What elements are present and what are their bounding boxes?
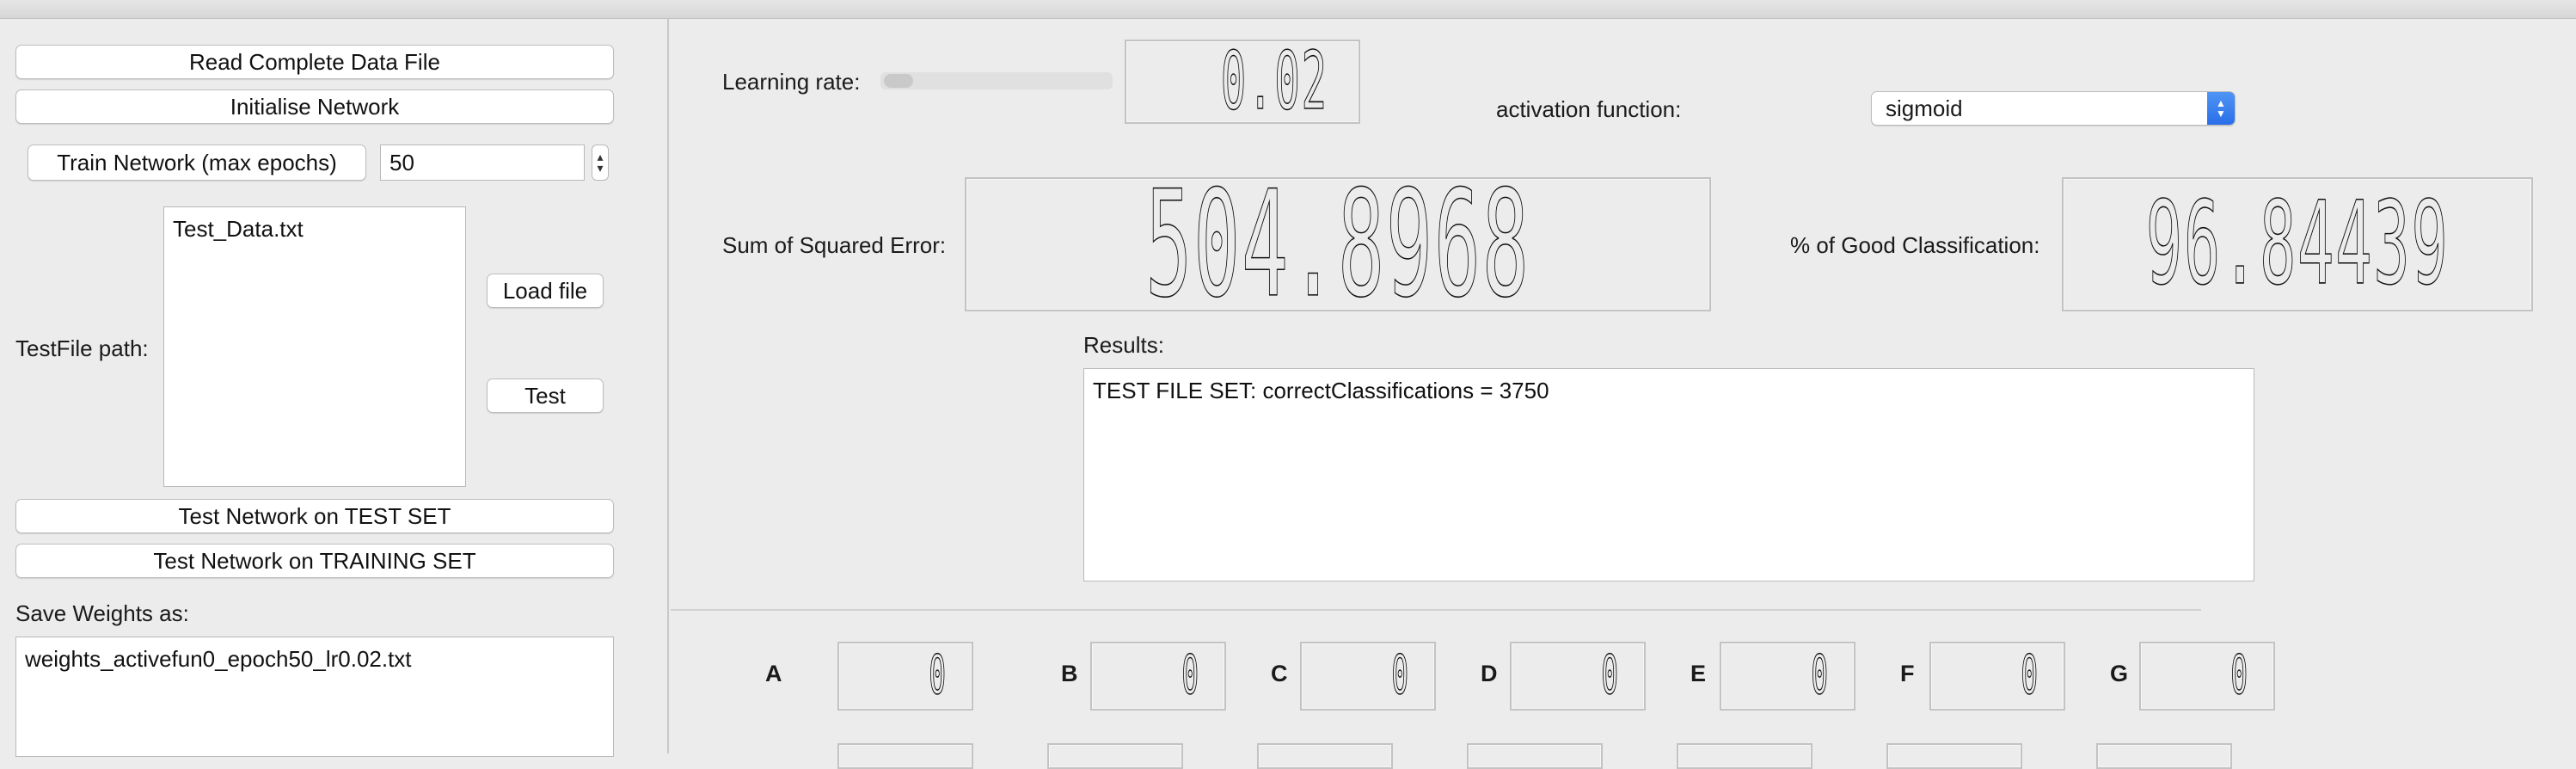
counter-d-display: 0 [1510,642,1646,711]
train-network-button[interactable]: Train Network (max epochs) [28,145,366,181]
slider-handle[interactable] [884,74,913,88]
load-file-button[interactable]: Load file [487,274,604,308]
testfile-path-label: TestFile path: [15,335,149,361]
counter-g-label: G [2110,661,2129,686]
results-textarea[interactable]: TEST FILE SET: correctClassifications = … [1083,368,2254,581]
chevron-down-icon[interactable]: ▾ [597,162,603,174]
good-classification-value: 96.84439 [2145,177,2450,311]
counter-a-value: 0 [929,645,948,708]
counter-a-label: A [765,661,782,686]
max-epochs-input[interactable]: 50 [380,145,585,181]
counter-c-label: C [1271,661,1288,686]
results-label: Results: [1083,332,1164,358]
read-data-file-button[interactable]: Read Complete Data File [15,45,614,79]
sse-label: Sum of Squared Error: [722,232,947,258]
window-titlebar [0,0,2576,19]
learning-rate-display: 0.02 [1125,40,1360,124]
section-divider [671,609,2201,611]
counter-a-display: 0 [837,642,973,711]
counter-b-value: 0 [1181,645,1200,708]
activation-function-select[interactable]: sigmoid ▲ ▼ [1871,91,2236,126]
counter-b-display: 0 [1090,642,1226,711]
epochs-stepper[interactable]: ▴ ▾ [592,145,609,181]
test-button[interactable]: Test [487,378,604,413]
good-classification-display: 96.84439 [2062,177,2533,311]
counter-d-value: 0 [1601,645,1620,708]
good-classification-label: % of Good Classification: [1790,232,2040,258]
sse-display: 504.8968 [965,177,1711,311]
activation-function-value: sigmoid [1886,95,1963,121]
counter-g-value: 0 [2230,645,2249,708]
counter-e-label: E [1690,661,1707,686]
select-arrows-icon: ▲ ▼ [2207,92,2235,125]
counter-row2-b-display [1047,743,1183,769]
save-weights-filename-input[interactable]: weights_activefun0_epoch50_lr0.02.txt [15,637,614,757]
initialise-network-button[interactable]: Initialise Network [15,89,614,124]
counter-row2-f-display [1886,743,2022,769]
counter-g-display: 0 [2139,642,2275,711]
counter-b-label: B [1061,661,1078,686]
counter-f-display: 0 [1929,642,2065,711]
learning-rate-value: 0.02 [1220,40,1328,124]
panel-splitter[interactable] [667,19,669,754]
counter-e-display: 0 [1720,642,1855,711]
counter-row2-c-display [1257,743,1393,769]
sse-value: 504.8968 [1145,177,1530,311]
activation-function-label: activation function: [1496,96,1682,122]
counter-row2-e-display [1677,743,1812,769]
counter-f-value: 0 [2021,645,2039,708]
counter-row2-d-display [1467,743,1603,769]
test-on-test-set-button[interactable]: Test Network on TEST SET [15,499,614,533]
testfile-path-textarea[interactable]: Test_Data.txt [163,206,466,487]
test-on-training-set-button[interactable]: Test Network on TRAINING SET [15,544,614,578]
learning-rate-label: Learning rate: [722,69,861,95]
counter-c-display: 0 [1300,642,1436,711]
save-weights-label: Save Weights as: [15,600,189,626]
counter-f-label: F [1900,661,1915,686]
counter-row2-g-display [2096,743,2232,769]
counter-d-label: D [1481,661,1498,686]
counter-e-value: 0 [1811,645,1830,708]
counter-c-value: 0 [1391,645,1410,708]
counter-row2-a-display [837,743,973,769]
learning-rate-slider[interactable] [880,72,1113,89]
